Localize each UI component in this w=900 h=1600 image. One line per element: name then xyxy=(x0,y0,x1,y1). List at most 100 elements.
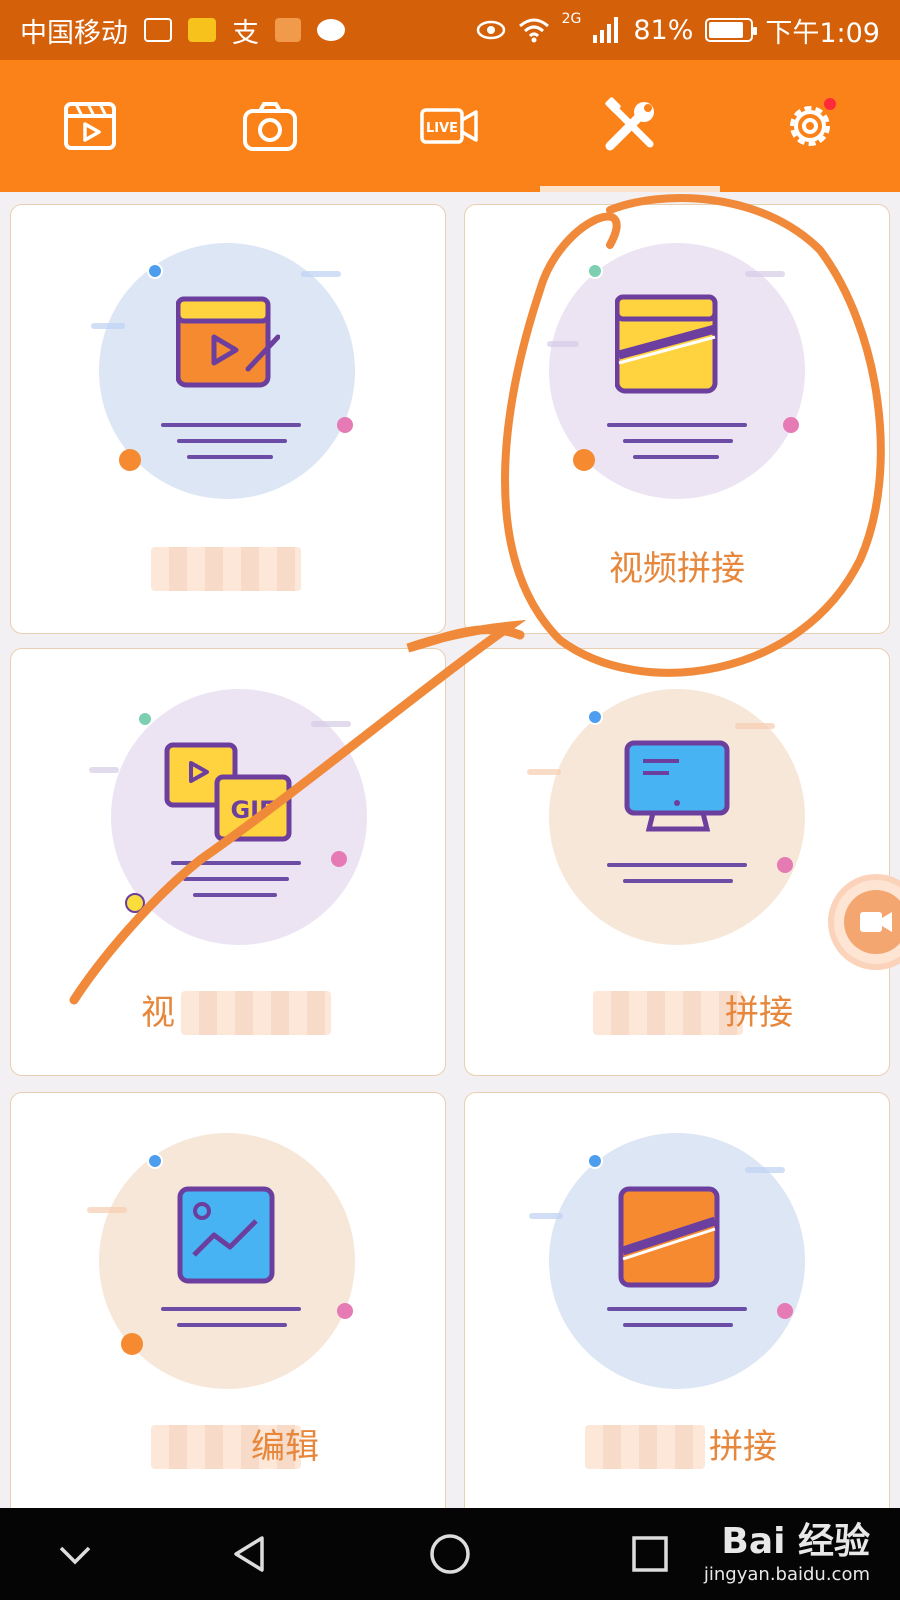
decor-cloud xyxy=(301,271,341,277)
card-image-edit[interactable]: 编辑 xyxy=(10,1092,446,1508)
watermark-brand: Bai 经验 xyxy=(721,1521,870,1562)
blurred-label xyxy=(585,1425,705,1469)
watermark-url: jingyan.baidu.com xyxy=(703,1564,870,1585)
tab-camera[interactable] xyxy=(180,60,360,192)
decor-line xyxy=(623,439,733,443)
notification-badge xyxy=(824,98,836,110)
decor-line xyxy=(177,1323,287,1327)
card-image-merge[interactable]: 拼接 xyxy=(464,1092,890,1508)
feature-grid: 视频拼接 GIF 视 拼接 编辑 拼接 xyxy=(0,192,900,1508)
top-toolbar: LIVE xyxy=(0,60,900,192)
decor-dot xyxy=(331,851,347,867)
decor-cloud xyxy=(527,769,561,775)
decor-dot xyxy=(119,449,141,471)
alipay-icon: 支 xyxy=(232,17,259,49)
decor-dot xyxy=(573,449,595,471)
screen-record-icon xyxy=(624,740,730,832)
decor-cloud xyxy=(89,767,119,773)
camera-icon xyxy=(243,102,297,151)
decor-dot xyxy=(777,857,793,873)
decor-dot xyxy=(121,1333,143,1355)
live-text: LIVE xyxy=(426,121,458,136)
decor-dot xyxy=(137,711,153,727)
decor-line xyxy=(177,439,287,443)
video-call-icon xyxy=(144,18,172,42)
decor-dot xyxy=(587,709,603,725)
clock: 下午1:09 xyxy=(765,17,880,49)
play-notification-icon xyxy=(275,18,301,42)
battery-icon xyxy=(705,18,758,42)
card-label: 编辑 xyxy=(251,1427,319,1467)
decor-cloud xyxy=(87,1207,127,1213)
decor-cloud xyxy=(745,1167,785,1173)
decor-line xyxy=(193,893,277,897)
decor-cloud xyxy=(529,1213,563,1219)
decor-line xyxy=(161,1307,301,1311)
battery-percent: 81% xyxy=(633,14,694,46)
decor-dot xyxy=(337,1303,353,1319)
card-video-edit[interactable] xyxy=(10,204,446,634)
decor-line xyxy=(623,879,733,883)
card-video-merge[interactable]: 视频拼接 xyxy=(464,204,890,634)
decor-cloud xyxy=(547,341,579,347)
blurred-label xyxy=(181,991,331,1035)
tools-icon xyxy=(605,97,654,151)
card-screen-record[interactable]: 拼接 xyxy=(464,648,890,1076)
decor-dot xyxy=(587,263,603,279)
back-icon xyxy=(234,1536,264,1572)
nav-hide-button[interactable] xyxy=(0,1532,150,1576)
decor-cloud xyxy=(735,723,775,729)
home-icon xyxy=(430,1534,470,1574)
nav-back-button[interactable] xyxy=(150,1532,350,1576)
decor-dot xyxy=(147,263,163,279)
video-camera-icon xyxy=(860,912,892,932)
signal-icon xyxy=(593,17,619,43)
status-left: 中国移动 支 xyxy=(20,11,345,50)
video-merge-icon xyxy=(615,294,718,394)
decor-line xyxy=(187,455,273,459)
blurred-label xyxy=(151,547,301,591)
network-type: 2G xyxy=(561,10,582,27)
image-merge-icon xyxy=(618,1186,720,1288)
decor-dot xyxy=(777,1303,793,1319)
carrier-name: 中国移动 xyxy=(20,17,128,49)
decor-line xyxy=(171,861,301,865)
decor-dot xyxy=(125,893,145,913)
decor-dot xyxy=(783,417,799,433)
nav-home-button[interactable] xyxy=(350,1532,550,1576)
card-label: 拼接 xyxy=(709,1427,777,1467)
card-label: 拼接 xyxy=(725,993,793,1033)
video-clapper-icon xyxy=(64,102,116,150)
video-edit-icon xyxy=(176,296,280,388)
wifi-icon xyxy=(518,18,549,43)
decor-line xyxy=(623,1323,733,1327)
decor-dot xyxy=(147,1153,163,1169)
image-edit-icon xyxy=(177,1186,275,1284)
chevron-down-icon xyxy=(59,1546,91,1565)
float-btn-inner xyxy=(844,890,900,954)
recents-icon xyxy=(632,1536,668,1572)
tab-tools[interactable] xyxy=(540,60,720,192)
decor-cloud xyxy=(91,323,125,329)
status-bar: 中国移动 支 2G 81% 下午1:09 xyxy=(0,0,900,60)
tab-video[interactable] xyxy=(0,60,180,192)
decor-cloud xyxy=(745,271,785,277)
decor-dot xyxy=(587,1153,603,1169)
decor-line xyxy=(607,863,747,867)
decor-line xyxy=(607,1307,747,1311)
card-video-to-gif[interactable]: GIF 视 xyxy=(10,648,446,1076)
tab-live[interactable]: LIVE xyxy=(360,60,540,192)
decor-cloud xyxy=(311,721,351,727)
decor-line xyxy=(633,455,719,459)
gif-icon: GIF xyxy=(164,742,292,842)
watermark: Bai 经验 jingyan.baidu.com xyxy=(704,1512,870,1585)
message-icon xyxy=(317,19,345,41)
gif-text: GIF xyxy=(230,796,275,824)
tab-settings[interactable] xyxy=(720,60,900,192)
live-camera-icon: LIVE xyxy=(420,108,478,144)
status-right: 2G 81% 下午1:09 xyxy=(476,11,880,50)
decor-dot xyxy=(337,417,353,433)
eye-icon xyxy=(476,20,505,40)
app-notification-icon xyxy=(188,18,216,42)
decor-line xyxy=(161,423,301,427)
